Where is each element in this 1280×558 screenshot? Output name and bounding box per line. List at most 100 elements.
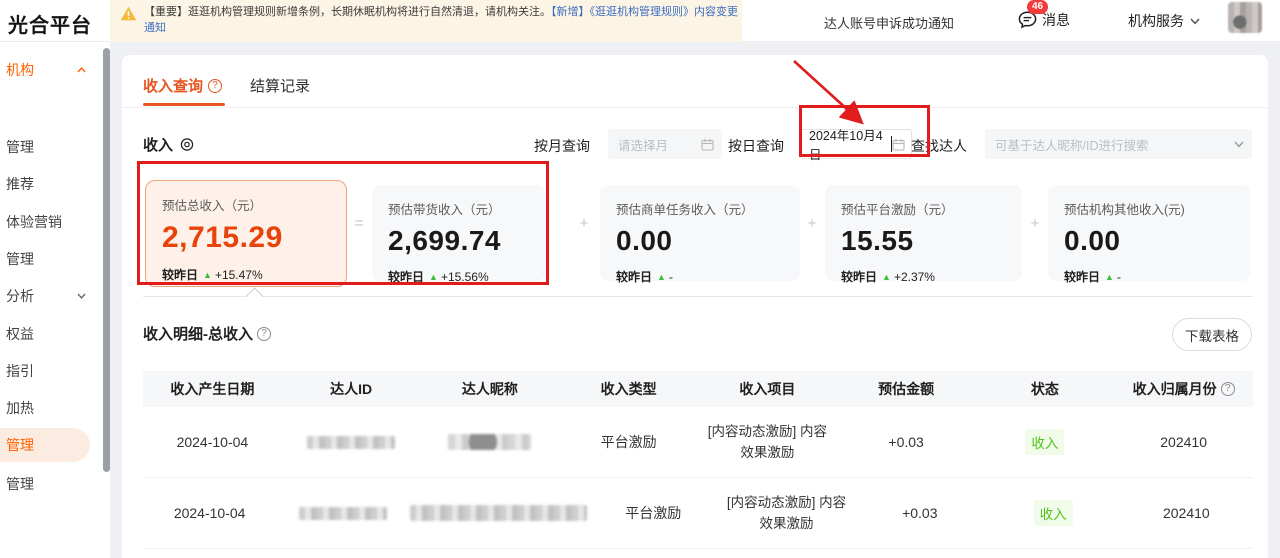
up-triangle-icon: ▲ [203, 270, 212, 280]
sidebar-item-label: 管理 [6, 249, 34, 269]
appeal-success-notice[interactable]: 达人账号申诉成功通知 [824, 13, 954, 32]
card-sales-income[interactable]: 预估带货收入（元） 2,699.74 较昨日 ▲ +15.56% [372, 185, 545, 281]
sidebar-item-jiare[interactable]: 加热 [0, 391, 96, 425]
delta-value: +15.47% [215, 268, 263, 282]
announcement-main: 【重要】逛逛机构管理规则新增条例，长期休眠机构将进行自然清退，请机构关注。 [144, 6, 551, 18]
announcement-banner: 【重要】逛逛机构管理规则新增条例，长期休眠机构将进行自然清退，请机构关注。【新增… [110, 0, 742, 42]
help-icon[interactable]: ? [257, 327, 271, 341]
cell-month: 202410 [1120, 505, 1253, 521]
sidebar-item-guanli-3[interactable]: 管理 [0, 467, 96, 501]
help-icon[interactable]: ? [1221, 382, 1235, 396]
chevron-up-icon [77, 67, 86, 73]
sidebar-item-fenxi[interactable]: 分析 [0, 279, 96, 313]
sidebar-item-guanli-2[interactable]: 管理 [0, 242, 96, 276]
operator-plus: + [1025, 215, 1045, 232]
card-value: 15.55 [841, 225, 1022, 257]
sidebar-item-label: 加热 [6, 398, 34, 418]
table-section-title: 收入明细-总收入 ? [143, 323, 271, 344]
redacted-creator-nickname [410, 505, 587, 521]
cell-income-project: [内容动态激励] 内容效果激励 [705, 421, 829, 463]
help-glyph: ? [1225, 383, 1231, 395]
divider [143, 296, 1253, 297]
delta-value: - [1117, 270, 1121, 284]
month-placeholder: 请选择月 [618, 135, 668, 154]
sidebar-item-zhiyin[interactable]: 指引 [0, 354, 96, 388]
col-header-text: 收入归属月份 [1133, 379, 1217, 399]
col-header-month: 收入归属月份 ? [1114, 379, 1253, 399]
table-header-row: 收入产生日期 达人ID 达人昵称 收入类型 收入项目 预估金额 状态 收入归属月… [143, 371, 1253, 407]
card-value: 0.00 [1064, 225, 1250, 257]
sidebar-scrollbar[interactable] [103, 48, 110, 472]
download-table-button[interactable]: 下载表格 [1172, 318, 1252, 351]
day-picker-input[interactable]: 2024年10月4日 [800, 129, 912, 159]
sidebar-item-label: 分析 [6, 286, 34, 306]
card-title: 预估机构其他收入(元) [1064, 199, 1250, 218]
chevron-down-icon [1190, 18, 1200, 25]
col-header: 收入产生日期 [143, 379, 282, 399]
card-task-income[interactable]: 预估商单任务收入（元） 0.00 较昨日 ▲ - [600, 185, 800, 281]
active-tab-underline [143, 103, 225, 106]
month-picker-input[interactable]: 请选择月 [608, 129, 722, 159]
compare-label: 较昨日 [1064, 268, 1100, 285]
card-value: 2,699.74 [388, 225, 545, 257]
table-row[interactable]: 2024-10-04 平台激励 [内容动态激励] 内容效果激励 +0.03 收入… [143, 407, 1253, 478]
compare-label: 较昨日 [616, 268, 652, 285]
screen: 光合平台 【重要】逛逛机构管理规则新增条例，长期休眠机构将进行自然清退，请机构关… [0, 0, 1280, 558]
divider [122, 107, 1268, 108]
delta-value: +2.37% [894, 270, 935, 284]
delta-value: +15.56% [441, 270, 489, 284]
col-header: 收入类型 [559, 379, 698, 399]
avatar[interactable] [1228, 2, 1262, 33]
cell-date: 2024-10-04 [143, 434, 282, 450]
announcement-link-tail[interactable]: 通知 [144, 22, 166, 34]
day-picker-value: 2024年10月4日 [809, 125, 890, 163]
sidebar-item-guanli-active[interactable]: 管理 [0, 428, 90, 462]
up-triangle-icon: ▲ [429, 272, 438, 282]
help-glyph: ? [261, 328, 267, 340]
card-value: 0.00 [616, 225, 800, 257]
sidebar-item-guanli-1[interactable]: 管理 [0, 130, 96, 164]
table-row[interactable]: 2024-10-04 平台激励 [内容动态激励] 内容效果激励 +0.03 收入… [143, 478, 1253, 549]
announcement-link[interactable]: 【新增】《逛逛机构管理规则》内容变更 [551, 6, 738, 18]
delta-value: - [669, 270, 673, 284]
card-title: 预估带货收入（元） [388, 199, 545, 218]
find-creator-label: 查找达人 [911, 136, 967, 156]
creator-search-placeholder: 可基于达人昵称/ID进行搜索 [995, 135, 1148, 154]
creator-search-select[interactable]: 可基于达人昵称/ID进行搜索 [985, 129, 1252, 159]
operator-equals: = [349, 215, 369, 232]
sidebar-item-label: 体验营销 [6, 212, 62, 232]
tab-income-query[interactable]: 收入查询 ? [143, 75, 222, 96]
warning-icon [120, 6, 137, 42]
cell-amount: +0.03 [853, 505, 986, 521]
brand-logo: 光合平台 [8, 9, 92, 38]
sidebar-item-label: 管理 [6, 137, 34, 157]
sidebar-item-quanyi[interactable]: 权益 [0, 317, 96, 351]
card-title: 预估总收入（元） [162, 195, 346, 214]
org-service-label: 机构服务 [1128, 11, 1184, 31]
sidebar-item-tiyanyingxiao[interactable]: 体验营销 [0, 205, 96, 239]
calendar-icon [701, 138, 714, 151]
compare-label: 较昨日 [388, 268, 424, 285]
col-header: 预估金额 [837, 379, 976, 399]
by-month-label: 按月查询 [534, 136, 590, 156]
sidebar-item-jigou[interactable]: 机构 [0, 53, 96, 87]
main-panel: 收入查询 ? 结算记录 收入 按月查询 请选择月 [122, 55, 1268, 558]
tab-settlement-records[interactable]: 结算记录 [250, 75, 310, 96]
sidebar: 机构 管理 推荐 体验营销 管理 分析 权益 指引 加热 管理 管理 [0, 42, 110, 558]
sidebar-item-label: 推荐 [6, 174, 34, 194]
card-total-income[interactable]: 预估总收入（元） 2,715.29 较昨日 ▲ +15.47% [145, 180, 347, 287]
topbar: 光合平台 【重要】逛逛机构管理规则新增条例，长期休眠机构将进行自然清退，请机构关… [0, 0, 1280, 42]
col-header: 达人昵称 [421, 379, 560, 399]
chevron-down-icon [77, 293, 86, 299]
card-other-income[interactable]: 预估机构其他收入(元) 0.00 较昨日 ▲ - [1048, 185, 1250, 281]
card-platform-incentive[interactable]: 预估平台激励（元） 15.55 较昨日 ▲ +2.37% [825, 185, 1022, 281]
org-service-menu[interactable]: 机构服务 [1128, 11, 1200, 31]
help-icon[interactable]: ? [208, 79, 222, 93]
card-title: 预估平台激励（元） [841, 199, 1022, 218]
col-header: 达人ID [282, 379, 421, 399]
cell-date: 2024-10-04 [143, 505, 276, 521]
announcement-text: 【重要】逛逛机构管理规则新增条例，长期休眠机构将进行自然清退，请机构关注。【新增… [144, 4, 738, 42]
sidebar-item-label: 指引 [6, 361, 34, 381]
eye-icon[interactable] [179, 138, 195, 151]
sidebar-item-tuijian[interactable]: 推荐 [0, 167, 96, 201]
